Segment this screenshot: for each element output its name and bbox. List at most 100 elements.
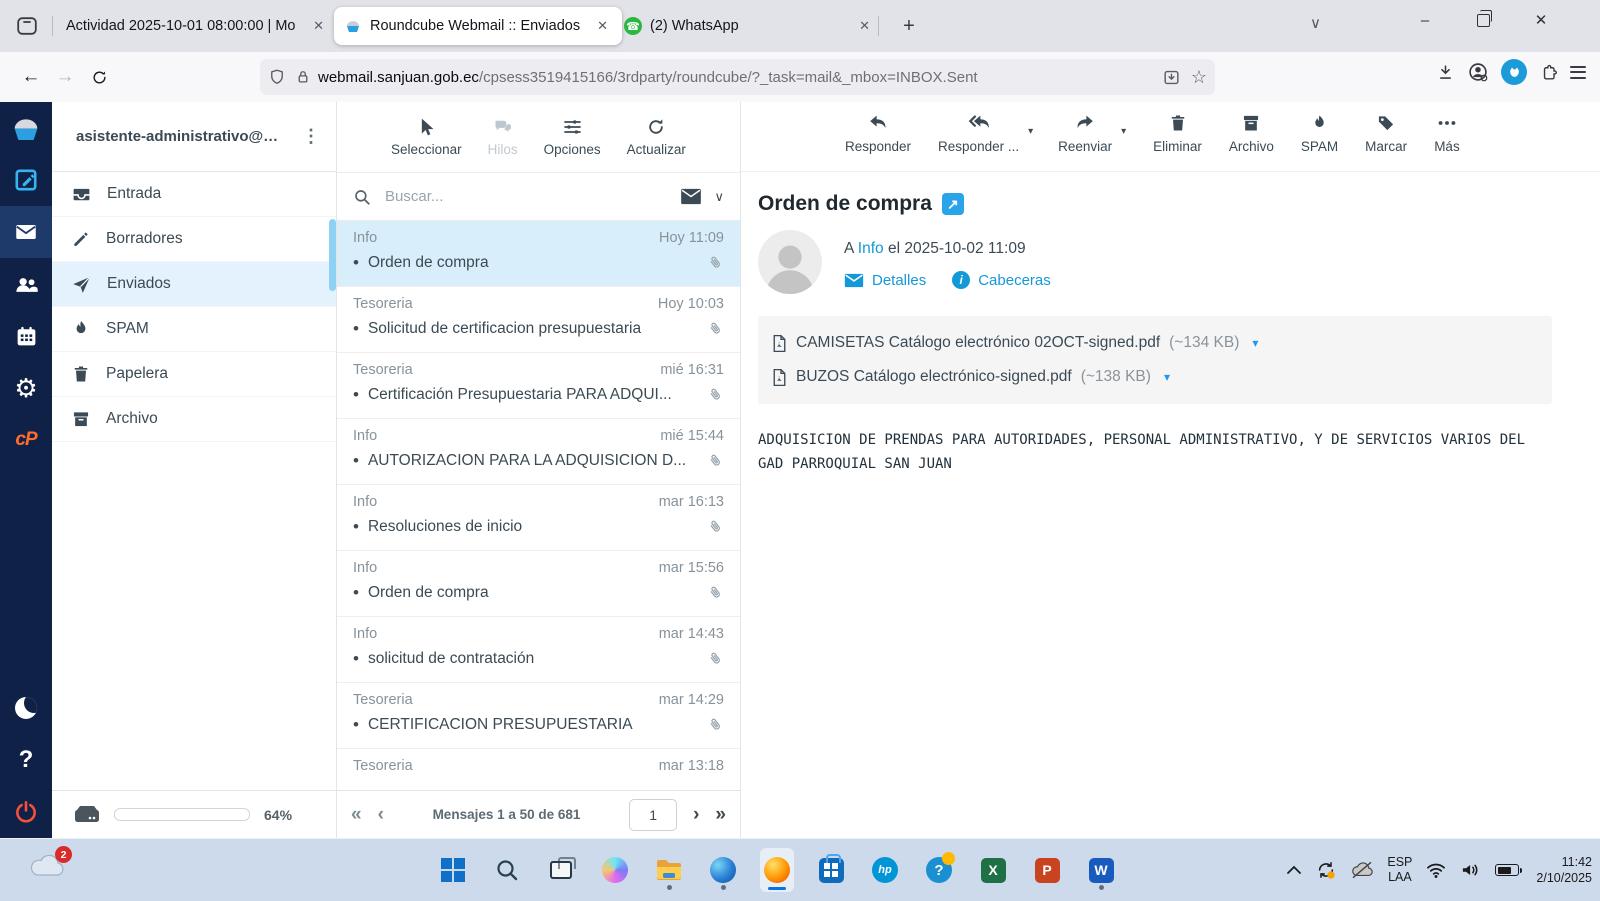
page-number-input[interactable]: 1 <box>629 798 678 831</box>
close-window-button[interactable]: ✕ <box>1518 0 1564 40</box>
first-page-icon[interactable]: « <box>351 804 362 826</box>
file-explorer-button[interactable] <box>652 848 686 892</box>
new-tab-button[interactable]: + <box>895 12 923 40</box>
powerpoint-button[interactable]: P <box>1030 848 1064 892</box>
more-button[interactable]: Más <box>1434 112 1460 154</box>
archive-button[interactable]: Archivo <box>1229 112 1274 154</box>
recipient-link[interactable]: Info <box>858 240 884 257</box>
tab-whatsapp[interactable]: ☎ (2) WhatsApp ✕ <box>614 7 884 45</box>
extensions-puzzle-icon[interactable] <box>1539 63 1558 82</box>
account-icon[interactable] <box>1467 61 1489 83</box>
rail-calendar-button[interactable] <box>0 310 52 362</box>
dark-mode-button[interactable] <box>0 682 52 734</box>
rail-mail-button[interactable] <box>0 206 52 258</box>
battery-icon[interactable] <box>1495 864 1523 876</box>
search-scope-mail-icon[interactable] <box>680 188 702 205</box>
firefox-extension-icon[interactable] <box>1501 59 1527 85</box>
delete-button[interactable]: Eliminar <box>1153 112 1202 154</box>
message-row[interactable]: Tesoreria Hoy 10:03 • Solicitud de certifi… <box>337 287 740 353</box>
search-options-chevron-icon[interactable]: ∨ <box>714 189 724 205</box>
attachment-row[interactable]: BUZOS Catálogo electrónico-signed.pdf (~… <box>772 360 1538 394</box>
reply-all-button[interactable]: Responder ... ▾ <box>938 112 1033 154</box>
search-input[interactable] <box>383 187 669 206</box>
message-row[interactable]: Info mar 14:43 • solicitud de contratación <box>337 617 740 683</box>
url-bar[interactable]: webmail.sanjuan.gob.ec/cpsess3519415166/… <box>260 59 1215 95</box>
reply-all-caret-icon[interactable]: ▾ <box>1028 126 1033 137</box>
message-row[interactable]: Info mar 15:56 • Orden de compra <box>337 551 740 617</box>
downloads-icon[interactable] <box>1436 63 1455 82</box>
folder-borradores[interactable]: Borradores <box>52 217 336 262</box>
folder-papelera[interactable]: Papelera <box>52 352 336 397</box>
minimize-button[interactable]: – <box>1402 0 1448 40</box>
list-scrollbar-thumb[interactable] <box>329 219 336 291</box>
menu-hamburger-icon[interactable] <box>1570 65 1586 79</box>
hp-app-button[interactable]: hp <box>868 848 902 892</box>
back-button[interactable]: ← <box>14 60 48 94</box>
save-page-icon[interactable] <box>1162 68 1181 87</box>
attachment-menu-caret-icon[interactable]: ▾ <box>1164 370 1170 384</box>
wifi-icon[interactable] <box>1425 861 1447 879</box>
message-row[interactable]: Info mar 16:13 • Resoluciones de inicio <box>337 485 740 551</box>
threads-button[interactable]: Hilos <box>488 117 518 157</box>
copilot-button[interactable] <box>598 848 632 892</box>
list-all-tabs-icon[interactable]: ∨ <box>1310 14 1321 32</box>
shield-icon[interactable] <box>268 68 286 86</box>
folder-archivo[interactable]: Archivo <box>52 397 336 442</box>
select-button[interactable]: Seleccionar <box>391 117 462 157</box>
folder-spam[interactable]: SPAM <box>52 307 336 352</box>
cpanel-logo[interactable]: cP <box>0 414 52 466</box>
details-link[interactable]: Detalles <box>872 272 926 289</box>
options-button[interactable]: Opciones <box>544 117 601 157</box>
compose-button[interactable] <box>0 154 52 206</box>
excel-button[interactable]: X <box>976 848 1010 892</box>
message-row[interactable]: Info mié 15:44 • AUTORIZACION PARA LA ADQU… <box>337 419 740 485</box>
forward-button[interactable]: Reenviar ▾ <box>1058 112 1126 154</box>
folder-enviados[interactable]: Enviados <box>52 262 336 307</box>
spam-button[interactable]: SPAM <box>1301 112 1338 154</box>
folder-entrada[interactable]: Entrada <box>52 172 336 217</box>
prev-page-icon[interactable]: ‹ <box>378 804 384 826</box>
reply-button[interactable]: Responder <box>845 112 911 154</box>
tab-close-icon[interactable]: ✕ <box>309 16 328 36</box>
start-button[interactable] <box>436 848 470 892</box>
firefox-view-button[interactable] <box>12 13 42 39</box>
tray-chevron-up-icon[interactable] <box>1286 864 1302 876</box>
taskbar-search-button[interactable] <box>490 848 524 892</box>
forward-caret-icon[interactable]: ▾ <box>1121 126 1126 137</box>
bookmark-star-icon[interactable]: ☆ <box>1191 67 1207 88</box>
next-page-icon[interactable]: › <box>693 804 699 826</box>
restore-button[interactable] <box>1460 0 1506 40</box>
onedrive-paused-icon[interactable] <box>1350 861 1374 879</box>
onedrive-tray-button[interactable]: 2 <box>28 846 72 887</box>
edge-button[interactable] <box>706 848 740 892</box>
attachment-row[interactable]: CAMISETAS Catálogo electrónico 02OCT-sig… <box>772 326 1538 360</box>
firefox-button[interactable] <box>760 848 794 892</box>
tab-actividad[interactable]: Actividad 2025-10-01 08:00:00 | Mo ✕ <box>56 7 338 45</box>
rail-contacts-button[interactable] <box>0 258 52 310</box>
reload-button[interactable] <box>82 60 116 94</box>
language-indicator[interactable]: ESP LAA <box>1387 855 1412 885</box>
help-app-button[interactable]: ? <box>922 848 956 892</box>
last-page-icon[interactable]: » <box>715 804 726 826</box>
headers-link[interactable]: Cabeceras <box>978 272 1051 289</box>
refresh-button[interactable]: Actualizar <box>627 117 686 157</box>
forward-button[interactable]: → <box>48 60 82 94</box>
rail-settings-button[interactable]: ⚙ <box>0 362 52 414</box>
help-button[interactable]: ? <box>0 734 52 786</box>
task-view-button[interactable] <box>544 848 578 892</box>
lock-icon[interactable] <box>294 68 312 86</box>
tab-close-icon[interactable]: ✕ <box>855 16 874 36</box>
attachment-name[interactable]: CAMISETAS Catálogo electrónico 02OCT-sig… <box>796 334 1160 352</box>
volume-icon[interactable] <box>1460 861 1482 879</box>
attachment-menu-caret-icon[interactable]: ▾ <box>1252 336 1258 350</box>
logout-button[interactable] <box>0 786 52 838</box>
message-row[interactable]: Info Hoy 11:09 • Orden de compra <box>337 221 740 287</box>
sync-status-icon[interactable] <box>1315 860 1337 880</box>
mark-button[interactable]: Marcar <box>1365 112 1407 154</box>
account-menu-icon[interactable]: ⋮ <box>296 126 326 147</box>
word-button[interactable]: W <box>1084 848 1118 892</box>
tab-roundcube[interactable]: Roundcube Webmail :: Enviados ✕ <box>334 7 622 45</box>
message-row[interactable]: Tesoreria mar 14:29 • CERTIFICACION PRESUP… <box>337 683 740 749</box>
tab-close-icon[interactable]: ✕ <box>593 16 612 36</box>
tray-clock[interactable]: 11:42 2/10/2025 <box>1536 854 1592 886</box>
